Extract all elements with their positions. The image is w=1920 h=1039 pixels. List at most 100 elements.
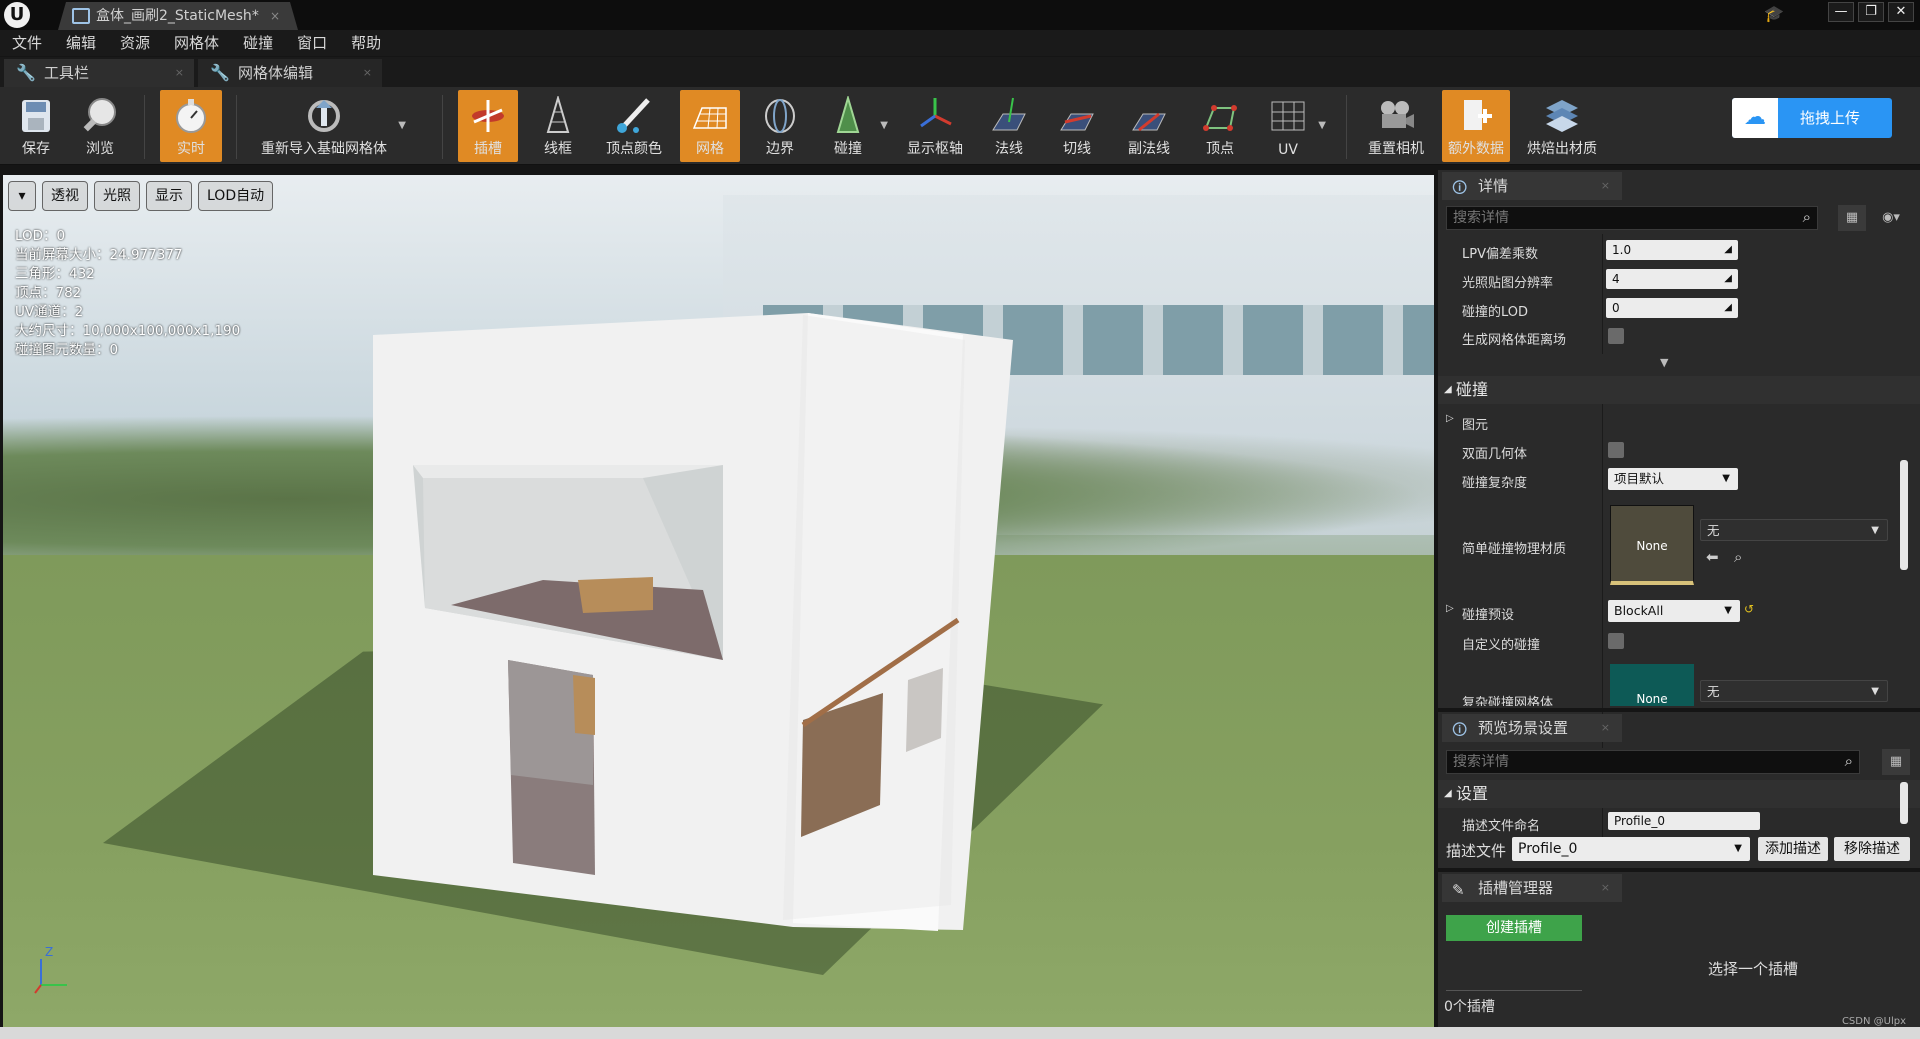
collision-complexity-dropdown[interactable]: 项目默认 ▼ xyxy=(1608,468,1738,490)
lod-for-collision-input[interactable]: 0 ◢ xyxy=(1606,298,1738,318)
browse-search-icon[interactable]: ⌕ xyxy=(1734,548,1742,566)
lod-auto-button[interactable]: LOD自动 xyxy=(198,181,274,211)
perspective-button[interactable]: 透视 xyxy=(42,181,88,211)
details-search-input[interactable]: 搜索详情 ⌕ xyxy=(1446,206,1818,230)
reset-camera-button[interactable]: 重置相机 xyxy=(1362,90,1430,162)
grid-button[interactable]: 网格 xyxy=(680,90,740,162)
expand-advanced-icon[interactable]: ▼ xyxy=(1660,356,1668,369)
tab-preview-scene-settings[interactable]: 🛈 预览场景设置 × xyxy=(1442,714,1622,742)
prop-label: 描述文件命名 xyxy=(1462,819,1541,834)
uv-label: UV xyxy=(1278,142,1298,158)
add-profile-button[interactable]: 添加描述 xyxy=(1758,837,1828,861)
extra-data-button[interactable]: 额外数据 xyxy=(1442,90,1510,162)
uv-button[interactable]: UV ▼ xyxy=(1262,90,1326,162)
menu-window[interactable]: 窗口 xyxy=(297,30,327,56)
tab-close-icon[interactable]: × xyxy=(270,2,280,30)
details-scrollbar[interactable] xyxy=(1900,460,1908,570)
menu-edit[interactable]: 编辑 xyxy=(66,30,96,56)
profile-dropdown[interactable]: Profile_0 ▼ xyxy=(1512,837,1750,861)
menu-collision[interactable]: 碰撞 xyxy=(243,30,273,56)
viewport-options-chevron-icon[interactable]: ▾ xyxy=(8,181,36,211)
tab-details[interactable]: 🛈 详情 × xyxy=(1442,172,1622,200)
tab-toolbar[interactable]: 🔧 工具栏 × xyxy=(4,59,194,87)
collision-section-header[interactable]: ◢ 碰撞 xyxy=(1438,376,1920,404)
normals-button[interactable]: 法线 xyxy=(980,90,1038,162)
binormals-button[interactable]: 副法线 xyxy=(1116,90,1182,162)
wireframe-button[interactable]: 线框 xyxy=(528,90,588,162)
phys-material-thumbnail[interactable]: None xyxy=(1610,505,1694,585)
prop-primitives[interactable]: ▷ 图元 xyxy=(1438,408,1898,434)
tab-close-icon[interactable]: × xyxy=(175,59,184,87)
property-matrix-button[interactable]: ▦ xyxy=(1838,205,1866,231)
static-mesh-icon xyxy=(72,8,90,24)
double-sided-checkbox[interactable] xyxy=(1608,442,1624,458)
unreal-logo-icon[interactable]: U xyxy=(4,2,30,28)
distance-field-checkbox[interactable] xyxy=(1608,328,1624,344)
browse-button[interactable]: 浏览 xyxy=(70,90,130,162)
bounds-button[interactable]: 边界 xyxy=(750,90,810,162)
menu-file[interactable]: 文件 xyxy=(12,30,42,56)
create-socket-button[interactable]: 创建插槽 xyxy=(1446,915,1582,941)
upload-button[interactable]: ☁ 拖拽上传 xyxy=(1732,98,1892,138)
minimize-button[interactable]: — xyxy=(1828,2,1854,22)
bounds-label: 边界 xyxy=(766,141,794,157)
close-window-button[interactable]: ✕ xyxy=(1888,2,1914,22)
settings-section-label: 设置 xyxy=(1456,784,1489,803)
collision-preset-dropdown[interactable]: BlockAll ▼ xyxy=(1608,600,1740,622)
chevron-down-icon[interactable]: ▼ xyxy=(880,120,888,131)
prop-lpv-bias: LPV偏差乘数 1.0 ◢ xyxy=(1438,237,1898,263)
eye-icon[interactable]: ◉▾ xyxy=(1870,205,1912,231)
custom-collision-checkbox[interactable] xyxy=(1608,633,1624,649)
collision-label: 碰撞 xyxy=(834,141,862,157)
search-icon[interactable]: ⌕ xyxy=(1803,206,1811,228)
use-selected-arrow-icon[interactable]: ⬅ xyxy=(1706,548,1719,566)
upload-label: 拖拽上传 xyxy=(1800,109,1861,127)
vertex-color-button[interactable]: 顶点颜色 xyxy=(598,90,670,162)
tangents-icon xyxy=(1057,96,1097,136)
reimport-button[interactable]: 重新导入基础网格体 ▼ xyxy=(254,90,406,162)
tab-close-icon[interactable]: × xyxy=(1601,714,1610,742)
tab-socket-manager[interactable]: ✎ 插槽管理器 × xyxy=(1442,874,1622,902)
save-button[interactable]: 保存 xyxy=(8,90,64,162)
chevron-down-icon[interactable]: ▼ xyxy=(398,120,406,131)
lit-button[interactable]: 光照 xyxy=(94,181,140,211)
complex-mesh-dropdown[interactable]: 无 ▼ xyxy=(1700,680,1888,702)
normals-label: 法线 xyxy=(995,141,1023,157)
tab-close-icon[interactable]: × xyxy=(1601,172,1610,200)
chevron-down-icon[interactable]: ▼ xyxy=(1318,120,1326,131)
settings-section-header[interactable]: ◢ 设置 xyxy=(1438,780,1920,808)
graduation-cap-icon[interactable]: 🎓 xyxy=(1764,4,1788,24)
prop-label: 碰撞复杂度 xyxy=(1462,476,1528,491)
resize-icon: ◢ xyxy=(1724,302,1732,313)
tab-mesh-editing[interactable]: 🔧 网格体编辑 × xyxy=(198,59,382,87)
socket-tab-label: 插槽管理器 xyxy=(1478,879,1554,897)
lpv-bias-input[interactable]: 1.0 ◢ xyxy=(1606,240,1738,260)
search-icon[interactable]: ⌕ xyxy=(1845,750,1853,772)
tangents-button[interactable]: 切线 xyxy=(1048,90,1106,162)
property-matrix-button[interactable]: ▦ xyxy=(1882,749,1910,775)
tab-mesh-editing-label: 网格体编辑 xyxy=(238,64,314,82)
restore-button[interactable]: ❐ xyxy=(1858,2,1884,22)
tab-close-icon[interactable]: × xyxy=(363,59,372,87)
vertices-button[interactable]: 顶点 xyxy=(1192,90,1248,162)
pivot-button[interactable]: 显示枢轴 xyxy=(900,90,970,162)
realtime-button[interactable]: 实时 xyxy=(160,90,222,162)
show-button[interactable]: 显示 xyxy=(146,181,192,211)
mesh-viewport[interactable]: ▾ 透视 光照 显示 LOD自动 LOD：0 当前屏幕大小：24.977377 … xyxy=(3,175,1434,1027)
profile-name-input[interactable]: Profile_0 xyxy=(1608,812,1760,830)
tab-close-icon[interactable]: × xyxy=(1601,874,1610,902)
menu-mesh[interactable]: 网格体 xyxy=(174,30,219,56)
document-tab[interactable]: 盒体_画刷2_StaticMesh* × xyxy=(58,2,298,30)
phys-material-dropdown[interactable]: 无 ▼ xyxy=(1700,519,1888,541)
bake-material-button[interactable]: 烘焙出材质 xyxy=(1520,90,1604,162)
collision-button[interactable]: 碰撞 ▼ xyxy=(818,90,888,162)
preview-search-input[interactable]: 搜索详情 ⌕ xyxy=(1446,750,1860,774)
preview-scrollbar[interactable] xyxy=(1900,782,1908,824)
menu-help[interactable]: 帮助 xyxy=(351,30,381,56)
reset-to-default-icon[interactable]: ↺ xyxy=(1744,602,1754,616)
expand-triangle-icon[interactable]: ▷ xyxy=(1446,603,1454,614)
remove-profile-button[interactable]: 移除描述 xyxy=(1834,837,1910,861)
sockets-button[interactable]: 插槽 xyxy=(458,90,518,162)
lightmap-resolution-input[interactable]: 4 ◢ xyxy=(1606,269,1738,289)
menu-asset[interactable]: 资源 xyxy=(120,30,150,56)
